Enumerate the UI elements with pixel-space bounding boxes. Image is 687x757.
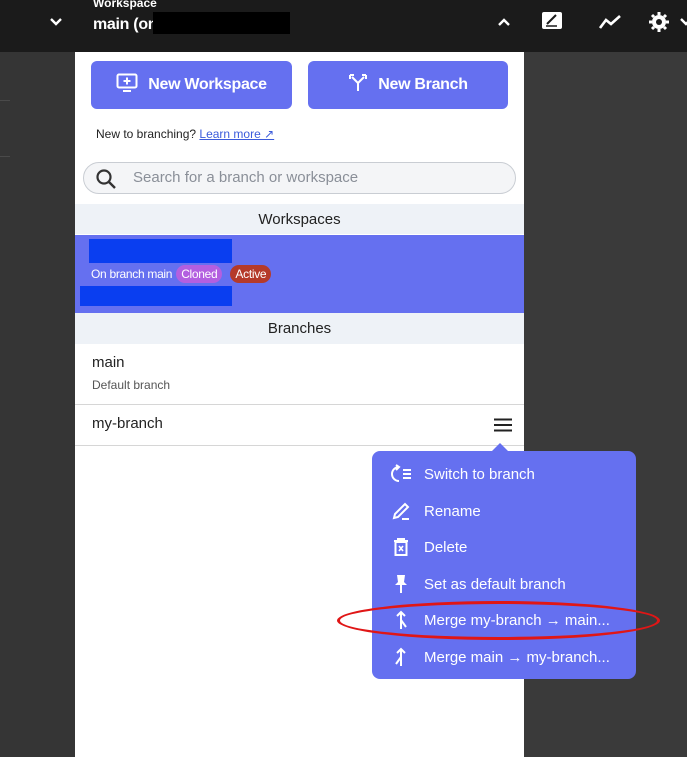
edit-note-icon[interactable]	[539, 8, 567, 36]
workspace-label: Workspace	[93, 0, 157, 10]
redacted-block	[80, 286, 232, 306]
chevron-down-icon[interactable]	[672, 8, 687, 36]
redacted-block	[89, 239, 232, 263]
branch-context-menu: Switch to branch Rename Delete Set as de…	[372, 451, 636, 679]
workspace-branch-text: On branch main	[91, 267, 173, 281]
highlight-annotation-oval	[337, 601, 660, 640]
branch-fork-icon	[348, 73, 368, 98]
active-badge: Active	[230, 265, 272, 283]
pin-icon	[390, 573, 412, 595]
new-branch-button[interactable]: New Branch	[308, 61, 508, 109]
cloned-badge: Cloned	[176, 265, 223, 283]
workspace-info: On branch main Cloned Active	[91, 265, 272, 283]
branch-row-main[interactable]: main Default branch	[75, 344, 524, 405]
new-to-branching-text: New to branching? Learn more ↗	[96, 127, 274, 141]
new-workspace-button[interactable]: New Workspace	[91, 61, 292, 109]
pencil-icon	[390, 500, 412, 522]
menu-item-label: Rename	[424, 502, 481, 520]
menu-item-label: Set as default branch	[424, 575, 566, 593]
add-screen-icon	[116, 73, 138, 98]
menu-item-merge-main-into-my-branch[interactable]: Merge main → my-branch...	[372, 639, 636, 675]
menu-item-switch-to-branch[interactable]: Switch to branch	[372, 456, 636, 492]
chevron-up-icon[interactable]	[490, 8, 518, 36]
chevron-down-icon[interactable]	[44, 10, 68, 34]
branch-name: main	[92, 354, 125, 371]
branch-row-my-branch[interactable]: my-branch	[75, 405, 524, 446]
gear-icon[interactable]	[645, 8, 673, 36]
workspace-row[interactable]: On branch main Cloned Active	[75, 235, 524, 313]
new-branch-label: New Branch	[378, 76, 468, 93]
learn-more-link[interactable]: Learn more ↗	[199, 127, 274, 141]
switch-icon	[390, 463, 412, 485]
search-input[interactable]: Search for a branch or workspace	[83, 162, 516, 194]
menu-caret	[492, 443, 508, 451]
workspaces-heading: Workspaces	[75, 204, 524, 234]
workspace-name[interactable]: main (on	[93, 16, 158, 34]
menu-item-label: Switch to branch	[424, 465, 535, 483]
trend-icon[interactable]	[596, 8, 624, 36]
branch-name: my-branch	[92, 415, 163, 432]
menu-item-label: Merge main → my-branch...	[424, 648, 610, 666]
new-to-branching-label: New to branching?	[96, 127, 197, 141]
menu-item-delete[interactable]: Delete	[372, 529, 636, 565]
redacted-block	[153, 12, 290, 34]
branches-heading: Branches	[75, 313, 524, 344]
hamburger-menu-icon[interactable]	[492, 417, 514, 433]
menu-item-label: Delete	[424, 538, 468, 556]
search-placeholder: Search for a branch or workspace	[133, 169, 359, 186]
sidebar-background	[0, 52, 75, 757]
new-workspace-label: New Workspace	[148, 76, 267, 93]
menu-item-rename[interactable]: Rename	[372, 493, 636, 529]
search-icon	[95, 168, 117, 190]
top-bar: Workspace main (on	[0, 0, 687, 52]
merge-icon	[390, 646, 412, 668]
trash-icon	[390, 536, 412, 558]
branch-subtitle: Default branch	[92, 378, 171, 392]
menu-item-set-default[interactable]: Set as default branch	[372, 566, 636, 602]
